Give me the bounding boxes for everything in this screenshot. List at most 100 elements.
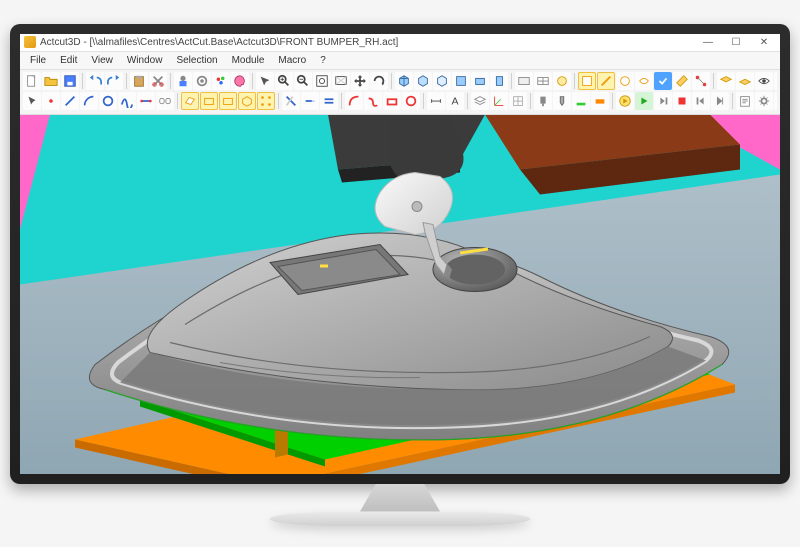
monitor-frame: Actcut3D - [\\almafiles\Centres\ActCut.B… [10,24,790,524]
layer-2-button[interactable] [736,72,754,90]
color-picker-button[interactable] [212,72,230,90]
monitor-bezel: Actcut3D - [\\almafiles\Centres\ActCut.B… [10,24,790,484]
toolbar-row-2: A [23,92,777,110]
body-sel-button[interactable] [238,92,256,110]
report-button[interactable] [736,92,754,110]
measure-button[interactable] [673,72,691,90]
fixture-button[interactable] [572,92,590,110]
trim-button[interactable] [282,92,300,110]
simulate-button[interactable] [616,92,634,110]
layers-button[interactable] [471,92,489,110]
maximize-button[interactable]: ☐ [722,34,750,52]
stop-button[interactable] [673,92,691,110]
app-window: Actcut3D - [\\almafiles\Centres\ActCut.B… [20,34,780,474]
arrow-tool-button[interactable] [256,72,274,90]
sel-mode-2-button[interactable] [597,72,615,90]
extend-button[interactable] [301,92,319,110]
close-button[interactable]: ✕ [750,34,778,52]
top-view-button[interactable] [452,72,470,90]
zoom-in-button[interactable] [275,72,293,90]
chain-button[interactable] [156,92,174,110]
dimension-button[interactable] [427,92,445,110]
toolbar-area: i [20,70,780,115]
snap-button[interactable] [692,72,710,90]
play-button[interactable] [635,92,653,110]
view-mode-1-button[interactable] [515,72,533,90]
menu-module[interactable]: Module [226,53,271,68]
visibility-button[interactable] [755,72,773,90]
iso-view-2-button[interactable] [414,72,432,90]
iso-view-1-button[interactable] [395,72,413,90]
text-button[interactable]: A [446,92,464,110]
path-3-button[interactable] [383,92,401,110]
side-view-button[interactable] [490,72,508,90]
tool-button[interactable] [553,92,571,110]
menu-window[interactable]: Window [121,53,169,68]
point-button[interactable] [42,92,60,110]
rotate-view-button[interactable] [370,72,388,90]
menu-macro[interactable]: Macro [272,53,312,68]
titlebar: Actcut3D - [\\almafiles\Centres\ActCut.B… [20,34,780,52]
vertex-sel-button[interactable] [257,92,275,110]
spline-button[interactable] [118,92,136,110]
line-button[interactable] [61,92,79,110]
path-1-button[interactable] [345,92,363,110]
zoom-window-button[interactable] [332,72,350,90]
monitor-base [270,512,530,526]
menu-selection[interactable]: Selection [170,53,223,68]
view-mode-2-button[interactable] [534,72,552,90]
lightbulb-icon[interactable] [774,72,777,90]
path-4-button[interactable] [402,92,420,110]
arc-button[interactable] [80,92,98,110]
menu-view[interactable]: View [85,53,119,68]
open-file-button[interactable] [42,72,60,90]
paste-button[interactable] [130,72,148,90]
surface-sel-button[interactable] [181,92,199,110]
coord-button[interactable] [490,92,508,110]
layer-1-button[interactable] [717,72,735,90]
svg-text:A: A [451,95,458,107]
path-2-button[interactable] [364,92,382,110]
machine-button[interactable] [534,92,552,110]
edge-sel-button[interactable] [200,92,218,110]
sel-mode-3-button[interactable] [616,72,634,90]
active-mode-button[interactable] [654,72,672,90]
zoom-fit-button[interactable] [313,72,331,90]
save-button[interactable] [61,72,79,90]
menu-help[interactable]: ? [314,53,332,68]
redo-button[interactable] [105,72,123,90]
new-file-button[interactable] [23,72,41,90]
stock-button[interactable] [591,92,609,110]
toolbar-row-1: i [23,72,777,90]
rewind-button[interactable] [692,92,710,110]
grid-button[interactable] [509,92,527,110]
step-button[interactable] [654,92,672,110]
palette-button[interactable] [231,72,249,90]
iso-view-3-button[interactable] [433,72,451,90]
cursor-button[interactable] [23,92,41,110]
sel-mode-1-button[interactable] [578,72,596,90]
face-sel-button[interactable] [219,92,237,110]
menu-edit[interactable]: Edit [54,53,83,68]
help-button[interactable]: ? [774,92,777,110]
cut-button[interactable] [149,72,167,90]
settings-button[interactable] [755,92,773,110]
zoom-out-button[interactable] [294,72,312,90]
undo-button[interactable] [86,72,104,90]
view-mode-3-button[interactable] [553,72,571,90]
menu-file[interactable]: File [24,53,52,68]
monitor-stand [360,484,440,512]
pan-button[interactable] [351,72,369,90]
app-title: Actcut3D - [\\almafiles\Centres\ActCut.B… [40,37,398,48]
segment-button[interactable] [137,92,155,110]
front-view-button[interactable] [471,72,489,90]
viewport-3d[interactable] [20,115,780,474]
scene-svg [20,115,780,474]
sel-mode-4-button[interactable] [635,72,653,90]
mechanic-icon[interactable] [174,72,192,90]
gear-icon[interactable] [193,72,211,90]
offset-button[interactable] [320,92,338,110]
circle-button[interactable] [99,92,117,110]
minimize-button[interactable]: — [694,34,722,52]
last-button[interactable] [711,92,729,110]
